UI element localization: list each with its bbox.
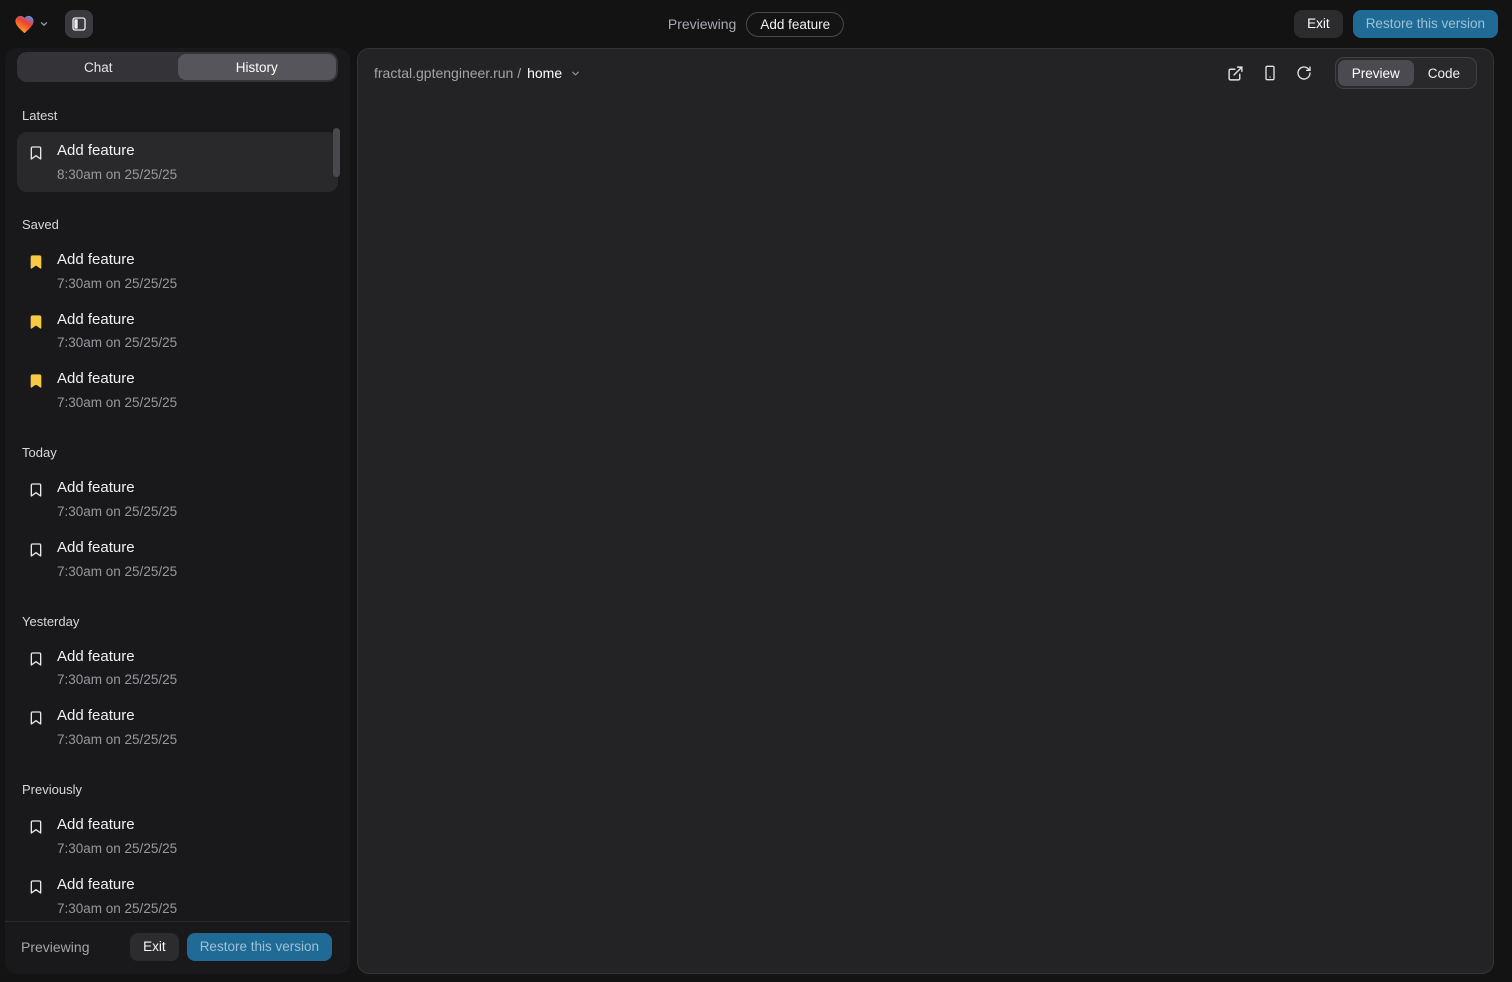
restore-version-button[interactable]: Restore this version (187, 933, 332, 961)
bookmark-filled-icon (28, 314, 44, 330)
exit-button[interactable]: Exit (130, 933, 179, 961)
restore-version-button[interactable]: Restore this version (1353, 10, 1498, 38)
url-host: fractal.gptengineer.run / (374, 65, 521, 81)
version-title: Add feature (57, 370, 177, 389)
version-title: Add feature (57, 539, 177, 558)
version-timestamp: 7:30am on 25/25/25 (57, 901, 177, 916)
bookmark-outline-icon (28, 651, 44, 667)
sidebar-scrollbar-thumb[interactable] (333, 128, 340, 177)
history-item[interactable]: Add feature 7:30am on 25/25/25 (17, 469, 338, 529)
history-list: Latest Add feature 8:30am on 25/25/25 Saved… (5, 82, 350, 921)
history-sidebar: Chat History Latest Add feature 8:30am on … (5, 48, 350, 974)
exit-button[interactable]: Exit (1294, 10, 1343, 38)
version-title: Add feature (57, 251, 177, 270)
version-timestamp: 7:30am on 25/25/25 (57, 276, 177, 291)
main-layout: Chat History Latest Add feature 8:30am on … (0, 48, 1512, 982)
refresh-button[interactable] (1289, 58, 1319, 88)
version-timestamp: 7:30am on 25/25/25 (57, 335, 177, 350)
history-item[interactable]: Add feature 7:30am on 25/25/25 (17, 806, 338, 866)
topbar: Previewing Add feature Exit Restore this… (0, 0, 1512, 48)
section-label: Saved (22, 217, 333, 232)
workspace-menu[interactable] (14, 15, 49, 34)
history-item[interactable]: Add feature 7:30am on 25/25/25 (17, 638, 338, 698)
version-timestamp: 8:30am on 25/25/25 (57, 167, 177, 182)
bookmark-outline-icon (28, 819, 44, 835)
history-item[interactable]: Add feature 7:30am on 25/25/25 (17, 529, 338, 589)
version-title: Add feature (57, 479, 177, 498)
version-title: Add feature (57, 142, 177, 161)
version-badge: Add feature (746, 12, 844, 37)
history-item[interactable]: Add feature 7:30am on 25/25/25 (17, 697, 338, 757)
section-label: Latest (22, 108, 333, 123)
bookmark-outline-icon (28, 145, 44, 161)
version-timestamp: 7:30am on 25/25/25 (57, 672, 177, 687)
version-title: Add feature (57, 816, 177, 835)
preview-header: fractal.gptengineer.run / home (358, 49, 1493, 97)
bookmark-filled-icon (28, 254, 44, 270)
tab-history[interactable]: History (178, 54, 337, 80)
version-timestamp: 7:30am on 25/25/25 (57, 732, 177, 747)
mobile-view-button[interactable] (1255, 58, 1285, 88)
history-item-text: Add feature 7:30am on 25/25/25 (57, 370, 177, 410)
open-in-new-tab-icon (1227, 65, 1244, 82)
chevron-down-icon (570, 68, 581, 79)
bookmark-outline-icon (28, 482, 44, 498)
version-timestamp: 7:30am on 25/25/25 (57, 841, 177, 856)
history-item-text: Add feature 7:30am on 25/25/25 (57, 876, 177, 916)
version-title: Add feature (57, 707, 177, 726)
sidebar-tab-switcher: Chat History (17, 52, 338, 82)
bookmark-outline-icon (28, 879, 44, 895)
history-item[interactable]: Add feature 7:30am on 25/25/25 (17, 241, 338, 301)
lovable-heart-logo-icon (14, 15, 35, 34)
history-item-text: Add feature 7:30am on 25/25/25 (57, 251, 177, 291)
url-page: home (527, 65, 562, 81)
history-item-text: Add feature 8:30am on 25/25/25 (57, 142, 177, 182)
version-title: Add feature (57, 311, 177, 330)
chevron-down-icon (39, 19, 49, 29)
bookmark-outline-icon (28, 542, 44, 558)
bookmark-filled-icon (28, 373, 44, 389)
topbar-center: Previewing Add feature (668, 12, 844, 37)
preview-header-actions: Preview Code (1221, 57, 1477, 89)
version-title: Add feature (57, 876, 177, 895)
version-timestamp: 7:30am on 25/25/25 (57, 395, 177, 410)
previewing-label: Previewing (668, 16, 736, 32)
version-timestamp: 7:30am on 25/25/25 (57, 564, 177, 579)
tab-code[interactable]: Code (1414, 60, 1474, 86)
history-item[interactable]: Add feature 7:30am on 25/25/25 (17, 866, 338, 921)
bookmark-outline-icon (28, 710, 44, 726)
sidebar-toggle-button[interactable] (65, 10, 93, 38)
history-item-text: Add feature 7:30am on 25/25/25 (57, 648, 177, 688)
version-title: Add feature (57, 648, 177, 667)
version-timestamp: 7:30am on 25/25/25 (57, 504, 177, 519)
sidebar-footer: Previewing Exit Restore this version (5, 921, 350, 974)
section-label: Previously (22, 782, 333, 797)
previewing-status: Previewing (21, 939, 89, 955)
topbar-right: Exit Restore this version (1294, 10, 1498, 38)
history-item[interactable]: Add feature 7:30am on 25/25/25 (17, 301, 338, 361)
tab-chat[interactable]: Chat (19, 54, 178, 80)
history-item-text: Add feature 7:30am on 25/25/25 (57, 311, 177, 351)
refresh-icon (1296, 65, 1312, 81)
footer-buttons: Exit Restore this version (130, 933, 332, 961)
history-item[interactable]: Add feature 7:30am on 25/25/25 (17, 360, 338, 420)
mobile-view-icon (1262, 65, 1278, 81)
history-item-text: Add feature 7:30am on 25/25/25 (57, 479, 177, 519)
history-item-text: Add feature 7:30am on 25/25/25 (57, 539, 177, 579)
topbar-left (14, 10, 93, 38)
open-in-new-tab-button[interactable] (1221, 58, 1251, 88)
history-item-text: Add feature 7:30am on 25/25/25 (57, 707, 177, 747)
preview-panel: fractal.gptengineer.run / home (357, 48, 1494, 974)
section-label: Today (22, 445, 333, 460)
view-mode-toggle: Preview Code (1335, 57, 1477, 89)
page-url-selector[interactable]: fractal.gptengineer.run / home (374, 65, 581, 81)
history-item[interactable]: Add feature 8:30am on 25/25/25 (17, 132, 338, 192)
section-label: Yesterday (22, 614, 333, 629)
history-item-text: Add feature 7:30am on 25/25/25 (57, 816, 177, 856)
panel-left-icon (71, 16, 87, 32)
preview-content (358, 97, 1493, 973)
tab-preview[interactable]: Preview (1338, 60, 1414, 86)
